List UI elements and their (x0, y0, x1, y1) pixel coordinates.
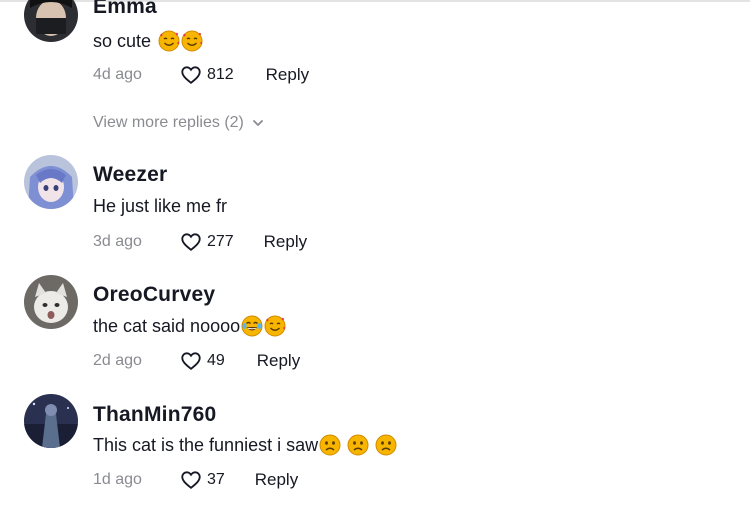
comment-timestamp: 3d ago (93, 233, 142, 250)
view-more-replies-button[interactable]: View more replies (2) (93, 112, 264, 134)
comment-text-content: so cute (93, 30, 152, 51)
like-count: 37 (206, 471, 225, 488)
heart-icon[interactable] (180, 350, 202, 372)
reply-button[interactable]: Reply (264, 232, 307, 252)
comment-text: He just like me fr (93, 196, 227, 217)
like-button[interactable]: 37 (180, 469, 225, 491)
avatar[interactable] (24, 275, 78, 329)
comment-timestamp: 1d ago (93, 471, 142, 488)
smiling-face-with-hearts-icon (158, 30, 180, 52)
like-button[interactable]: 277 (180, 231, 234, 253)
comment-text-content: This cat is the funniest i saw (93, 434, 319, 455)
like-count: 49 (206, 352, 225, 369)
comment-username[interactable]: ThanMin760 (93, 403, 216, 427)
like-count: 277 (206, 233, 234, 250)
like-count: 812 (206, 66, 234, 83)
comment-text-content: He just like me fr (93, 196, 228, 216)
avatar[interactable] (24, 394, 78, 448)
reply-button[interactable]: Reply (266, 65, 309, 85)
reply-button[interactable]: Reply (257, 351, 300, 371)
smiling-face-with-hearts-icon (264, 315, 286, 337)
smiling-face-with-hearts-icon (181, 30, 203, 52)
frowning-face-icon (319, 434, 341, 456)
comment-meta: 4d ago 812 Reply (93, 63, 309, 87)
frowning-face-icon (375, 434, 397, 456)
comment-text: This cat is the funniest i saw (93, 434, 397, 456)
avatar[interactable] (24, 0, 78, 42)
face-with-tears-of-joy-icon (241, 315, 263, 337)
like-button[interactable]: 49 (180, 350, 225, 372)
comment-meta: 2d ago 49 Reply (93, 349, 300, 373)
heart-icon[interactable] (180, 231, 202, 253)
comment-timestamp: 4d ago (93, 66, 142, 83)
comment-username[interactable]: Weezer (93, 163, 167, 187)
comment-text: the cat said noooo (93, 315, 286, 337)
chevron-down-icon (252, 120, 263, 126)
reply-button[interactable]: Reply (255, 470, 298, 490)
avatar[interactable] (24, 155, 78, 209)
heart-icon[interactable] (180, 469, 202, 491)
heart-icon[interactable] (180, 64, 202, 86)
comment-text: so cute (93, 30, 203, 52)
comment-text-content: the cat said noooo (93, 315, 241, 336)
comment-meta: 3d ago 277 Reply (93, 230, 307, 254)
view-more-replies-label: View more replies (2) (93, 114, 244, 131)
comment-username[interactable]: Emma (93, 0, 157, 19)
comment-timestamp: 2d ago (93, 352, 142, 369)
like-button[interactable]: 812 (180, 64, 234, 86)
comment-meta: 1d ago 37 Reply (93, 468, 298, 492)
frowning-face-icon (347, 434, 369, 456)
comment-username[interactable]: OreoCurvey (93, 283, 215, 307)
